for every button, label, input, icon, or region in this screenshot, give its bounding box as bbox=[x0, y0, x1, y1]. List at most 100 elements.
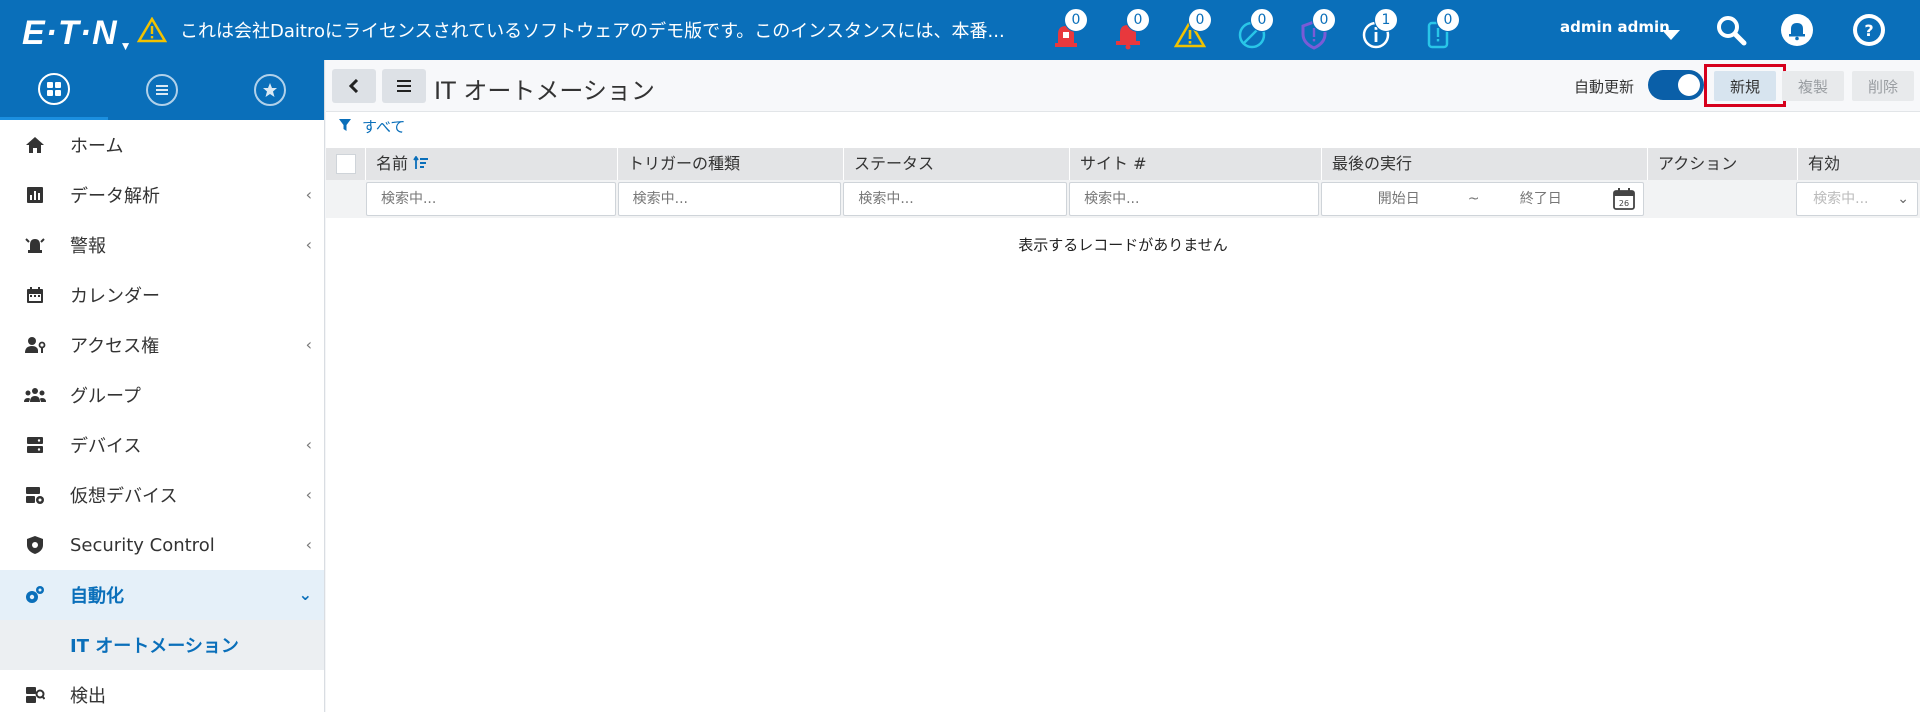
tab-favorites[interactable] bbox=[216, 60, 324, 120]
shield-alert-count: 0 bbox=[1312, 8, 1336, 32]
hamburger-icon bbox=[397, 80, 411, 92]
group-icon bbox=[0, 387, 70, 403]
column-enabled[interactable]: 有効 bbox=[1798, 148, 1920, 180]
sidebar-item-label: ホーム bbox=[70, 136, 124, 157]
auto-refresh-toggle[interactable] bbox=[1648, 70, 1704, 100]
enabled-select[interactable]: 検索中... ⌄ bbox=[1796, 182, 1918, 216]
sidebar-item-groups[interactable]: グループ bbox=[0, 370, 324, 420]
date-end: 終了日 bbox=[1519, 191, 1562, 207]
sidebar-item-automation[interactable]: 自動化 ⌄ bbox=[0, 570, 324, 620]
status-search-input[interactable]: 検索中... bbox=[843, 182, 1068, 216]
sidebar-item-label: 検出 bbox=[70, 686, 106, 707]
home-icon bbox=[0, 135, 70, 155]
column-action: アクション bbox=[1648, 148, 1798, 180]
demo-banner: これは会社Daitroにライセンスされているソフトウェアのデモ版です。このインス… bbox=[180, 21, 1005, 42]
no-signal-counter[interactable]: 0 bbox=[1226, 8, 1288, 52]
column-name[interactable]: 名前 bbox=[366, 148, 618, 180]
column-status[interactable]: ステータス bbox=[844, 148, 1070, 180]
sidebar-item-security-control[interactable]: Security Control ‹ bbox=[0, 520, 324, 570]
date-range-input[interactable]: 開始日 ~ 終了日 26 bbox=[1320, 182, 1645, 216]
toggle-knob bbox=[1678, 74, 1700, 96]
auto-refresh-label: 自動更新 bbox=[1574, 78, 1635, 96]
sidebar-item-label: デバイス bbox=[70, 436, 142, 457]
sidebar-item-access[interactable]: アクセス権 ‹ bbox=[0, 320, 324, 370]
column-site[interactable]: サイト # bbox=[1070, 148, 1322, 180]
device-alert-counter[interactable]: 0 bbox=[1412, 8, 1474, 52]
sidebar-item-devices[interactable]: デバイス ‹ bbox=[0, 420, 324, 470]
filter-icon[interactable] bbox=[338, 118, 352, 132]
sidebar-item-label: アクセス権 bbox=[70, 336, 160, 357]
column-name-label: 名前 bbox=[376, 154, 409, 173]
virtual-device-icon bbox=[0, 486, 70, 504]
user-menu[interactable]: admin admin bbox=[1560, 18, 1670, 36]
chevron-down-icon: ⌄ bbox=[298, 585, 312, 604]
sidebar-item-label: 自動化 bbox=[70, 586, 124, 607]
top-bar: E·T·N ▼ これは会社Daitroにライセンスされているソフトウェアのデモ版で… bbox=[0, 0, 1920, 60]
sidebar-item-label: グループ bbox=[70, 386, 141, 407]
select-all-checkbox[interactable] bbox=[336, 154, 356, 174]
warning-counter[interactable]: 0 bbox=[1164, 8, 1226, 52]
sort-icon[interactable] bbox=[413, 155, 429, 170]
sidebar-item-calendar[interactable]: カレンダー bbox=[0, 270, 324, 320]
shield-alert-counter[interactable]: 0 bbox=[1288, 8, 1350, 52]
sidebar-item-home[interactable]: ホーム bbox=[0, 120, 324, 170]
sidebar: ホーム データ解析 ‹ 警報 ‹ カレンダー アクセス権 ‹ グループ デバイス bbox=[0, 60, 325, 712]
warning-count: 0 bbox=[1188, 8, 1212, 32]
trigger-search-input[interactable]: 検索中... bbox=[617, 182, 842, 216]
main-content: IT オートメーション 自動更新 新規 複製 削除 すべて 名前 トリガーの種類… bbox=[326, 60, 1920, 712]
no-signal-count: 0 bbox=[1250, 8, 1274, 32]
column-trigger-type[interactable]: トリガーの種類 bbox=[618, 148, 844, 180]
help-icon[interactable]: ? bbox=[1852, 13, 1886, 47]
calendar-icon[interactable]: 26 bbox=[1612, 187, 1636, 211]
date-start: 開始日 bbox=[1377, 191, 1420, 207]
bell-alarm-count: 0 bbox=[1126, 8, 1150, 32]
sidebar-item-discovery[interactable]: 検出 bbox=[0, 670, 324, 712]
eaton-logo[interactable]: E·T·N ▼ bbox=[22, 14, 133, 53]
copy-button[interactable]: 複製 bbox=[1782, 71, 1844, 101]
sidebar-item-label: Security Control bbox=[70, 534, 215, 556]
svg-text:?: ? bbox=[1864, 21, 1873, 40]
chevron-left-icon: ‹ bbox=[305, 485, 312, 504]
select-all-cell bbox=[326, 148, 366, 180]
sidebar-subitem-label: IT オートメーション bbox=[70, 636, 239, 657]
search-icon[interactable] bbox=[1714, 13, 1748, 47]
chevron-left-icon: ‹ bbox=[305, 185, 312, 204]
discover-icon bbox=[0, 686, 70, 704]
tab-dashboard[interactable] bbox=[0, 60, 108, 120]
back-button[interactable] bbox=[332, 69, 376, 103]
delete-button[interactable]: 削除 bbox=[1852, 71, 1914, 101]
date-separator: ~ bbox=[1467, 191, 1480, 207]
sidebar-nav: ホーム データ解析 ‹ 警報 ‹ カレンダー アクセス権 ‹ グループ デバイス bbox=[0, 120, 324, 712]
menu-button[interactable] bbox=[382, 69, 426, 103]
page-toolbar: IT オートメーション 自動更新 新規 複製 削除 bbox=[326, 60, 1920, 112]
device-alert-count: 0 bbox=[1436, 8, 1460, 32]
enabled-select-placeholder: 検索中... bbox=[1813, 191, 1869, 207]
alert-counters: 0 0 0 0 0 1 0 bbox=[1040, 8, 1474, 52]
shield-icon bbox=[0, 535, 70, 555]
lock-alarm-counter[interactable]: 0 bbox=[1040, 8, 1102, 52]
sidebar-subitem-it-automation[interactable]: IT オートメーション bbox=[0, 620, 324, 670]
tab-list[interactable] bbox=[108, 60, 216, 120]
sidebar-item-label: データ解析 bbox=[70, 186, 160, 207]
new-button[interactable]: 新規 bbox=[1714, 71, 1776, 101]
list-icon bbox=[146, 74, 178, 106]
svg-text:26: 26 bbox=[1619, 199, 1629, 208]
column-last-run[interactable]: 最後の実行 bbox=[1322, 148, 1648, 180]
info-count: 1 bbox=[1374, 8, 1398, 32]
sidebar-item-virtual-devices[interactable]: 仮想デバイス ‹ bbox=[0, 470, 324, 520]
bell-alarm-counter[interactable]: 0 bbox=[1102, 8, 1164, 52]
info-counter[interactable]: 1 bbox=[1350, 8, 1412, 52]
lock-alarm-count: 0 bbox=[1064, 8, 1088, 32]
filter-all-link[interactable]: すべて bbox=[362, 116, 405, 137]
filter-row: すべて bbox=[326, 112, 1920, 136]
chevron-left-icon bbox=[348, 79, 359, 93]
sidebar-item-analytics[interactable]: データ解析 ‹ bbox=[0, 170, 324, 220]
name-search-input[interactable]: 検索中... bbox=[365, 182, 616, 216]
sidebar-item-alarms[interactable]: 警報 ‹ bbox=[0, 220, 324, 270]
empty-table-message: 表示するレコードがありません bbox=[1018, 236, 1228, 254]
chevron-down-icon[interactable] bbox=[1662, 30, 1680, 40]
user-key-icon bbox=[0, 336, 70, 354]
notification-bell-icon[interactable] bbox=[1780, 13, 1814, 47]
site-search-input[interactable]: 検索中... bbox=[1069, 182, 1319, 216]
server-icon bbox=[0, 436, 70, 454]
